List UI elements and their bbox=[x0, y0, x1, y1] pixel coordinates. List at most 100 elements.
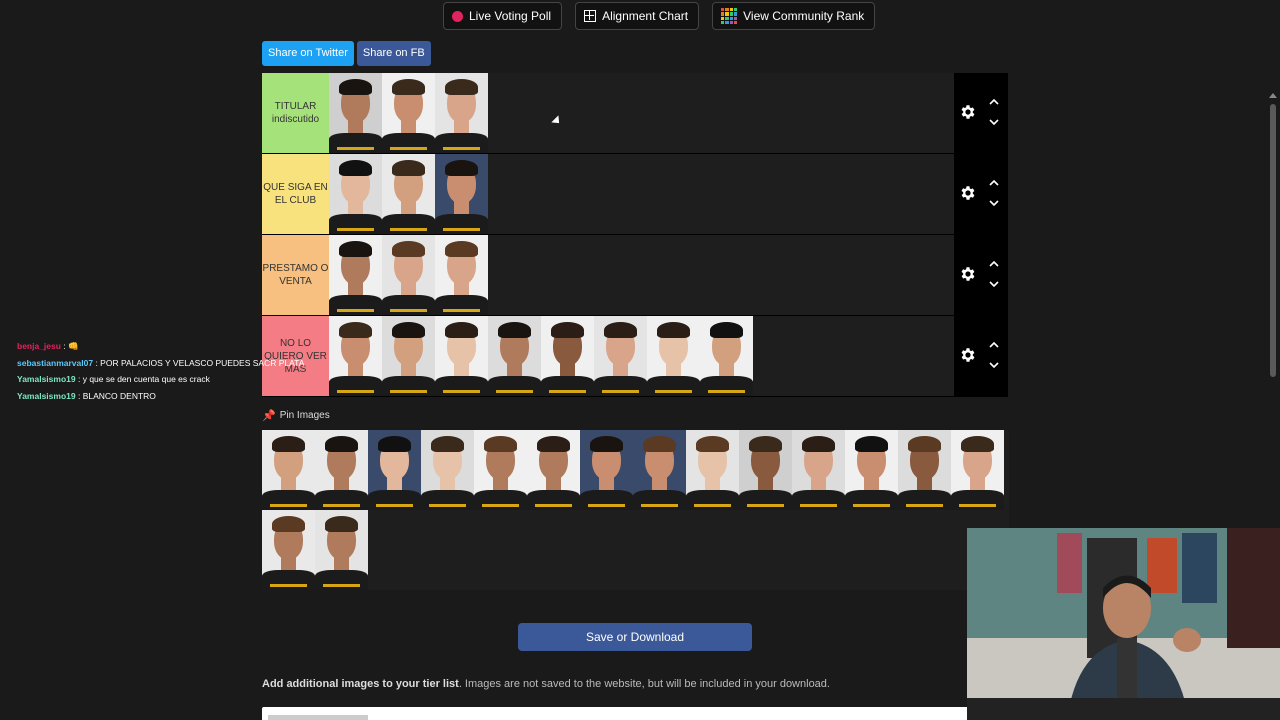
tier-items bbox=[329, 235, 1008, 315]
chat-message: : BLANCO DENTRO bbox=[77, 390, 156, 401]
player-image[interactable] bbox=[435, 154, 488, 234]
tier-controls bbox=[954, 316, 1008, 396]
gear-icon[interactable] bbox=[959, 184, 977, 202]
scroll-up-arrow-icon[interactable] bbox=[1269, 93, 1277, 98]
page-scrollbar[interactable] bbox=[1270, 104, 1276, 377]
tier-row: PRESTAMO O VENTA bbox=[262, 235, 1008, 316]
player-image[interactable] bbox=[527, 430, 580, 510]
stream-chat: benja_jesu : 👊 sebastianmarval07 : POR P… bbox=[17, 338, 304, 404]
chat-message: : y que se den cuenta que es crack bbox=[77, 374, 210, 384]
player-image[interactable] bbox=[329, 316, 382, 396]
chat-line: sebastianmarval07 : POR PALACIOS Y VELAS… bbox=[17, 355, 304, 372]
chat-user: Yamalsismo19 bbox=[17, 374, 76, 384]
player-image[interactable] bbox=[435, 235, 488, 315]
file-input[interactable] bbox=[262, 707, 982, 720]
webcam-scene bbox=[967, 528, 1280, 720]
chat-line: Yamalsismo19 : y que se den cuenta que e… bbox=[17, 371, 304, 388]
player-image[interactable] bbox=[474, 430, 527, 510]
chevron-up-icon[interactable] bbox=[989, 97, 999, 107]
player-image[interactable] bbox=[647, 316, 700, 396]
player-image[interactable] bbox=[382, 316, 435, 396]
chevron-up-icon[interactable] bbox=[989, 178, 999, 188]
pin-images-toggle[interactable]: 📌 Pin Images bbox=[262, 409, 330, 422]
rank-grid-icon bbox=[721, 8, 738, 24]
player-image[interactable] bbox=[368, 430, 421, 510]
player-image[interactable] bbox=[739, 430, 792, 510]
community-rank-button[interactable]: View Community Rank bbox=[712, 2, 876, 30]
player-image[interactable] bbox=[329, 154, 382, 234]
image-pool bbox=[262, 430, 1009, 590]
chevron-down-icon[interactable] bbox=[989, 198, 999, 208]
alignment-chart-button[interactable]: Alignment Chart bbox=[575, 2, 700, 30]
tier-items bbox=[329, 73, 1008, 153]
tier-controls bbox=[954, 73, 1008, 153]
tier-items bbox=[329, 316, 1008, 396]
gear-icon[interactable] bbox=[959, 103, 977, 121]
tier-row: QUE SIGA EN EL CLUB bbox=[262, 154, 1008, 235]
chevron-up-icon[interactable] bbox=[989, 340, 999, 350]
pin-images-label: Pin Images bbox=[279, 410, 330, 421]
record-dot-icon bbox=[452, 10, 463, 22]
player-image[interactable] bbox=[382, 235, 435, 315]
chat-message: : 👊 bbox=[63, 341, 79, 351]
player-image[interactable] bbox=[898, 430, 951, 510]
player-image[interactable] bbox=[686, 430, 739, 510]
top-button-bar: Live Voting Poll Alignment Chart View Co… bbox=[443, 2, 876, 30]
player-image[interactable] bbox=[262, 430, 315, 510]
chat-line: benja_jesu : 👊 bbox=[17, 338, 304, 355]
player-image[interactable] bbox=[541, 316, 594, 396]
player-image[interactable] bbox=[329, 235, 382, 315]
player-image[interactable] bbox=[315, 510, 368, 590]
player-image[interactable] bbox=[421, 430, 474, 510]
add-images-text: Add additional images to your tier list.… bbox=[262, 678, 830, 690]
player-image[interactable] bbox=[329, 73, 382, 153]
tier-label[interactable]: QUE SIGA EN EL CLUB bbox=[262, 154, 329, 234]
chat-message: : POR PALACIOS Y VELASCO PUEDES SACR PLA… bbox=[95, 357, 305, 368]
chat-user: sebastianmarval07 bbox=[17, 357, 94, 368]
share-twitter-button[interactable]: Share on Twitter bbox=[262, 41, 354, 66]
save-download-button[interactable]: Save or Download bbox=[518, 623, 752, 651]
gear-icon[interactable] bbox=[959, 346, 977, 364]
chevron-down-icon[interactable] bbox=[989, 279, 999, 289]
tier-controls bbox=[954, 154, 1008, 234]
player-image[interactable] bbox=[315, 430, 368, 510]
player-image[interactable] bbox=[594, 316, 647, 396]
add-images-heading: Add additional images to your tier list bbox=[262, 678, 459, 690]
live-voting-poll-button[interactable]: Live Voting Poll bbox=[443, 2, 563, 30]
share-bar: Share on Twitter Share on FB bbox=[262, 41, 431, 66]
choose-file-button[interactable] bbox=[268, 715, 368, 720]
player-image[interactable] bbox=[435, 73, 488, 153]
chevron-down-icon[interactable] bbox=[989, 117, 999, 127]
tier-label[interactable]: PRESTAMO O VENTA bbox=[262, 235, 329, 315]
grid-icon bbox=[584, 10, 597, 22]
pin-icon: 📌 bbox=[262, 410, 276, 422]
gear-icon[interactable] bbox=[959, 265, 977, 283]
tier-items bbox=[329, 154, 1008, 234]
tier-list: TITULAR indiscutido QUE SIGA EN EL CLUB … bbox=[262, 73, 1008, 397]
chat-user: benja_jesu bbox=[17, 341, 61, 351]
live-voting-label: Live Voting Poll bbox=[469, 9, 552, 23]
chat-user: Yamalsismo19 bbox=[17, 390, 76, 401]
alignment-label: Alignment Chart bbox=[602, 9, 689, 23]
chevron-down-icon[interactable] bbox=[989, 360, 999, 370]
player-image[interactable] bbox=[700, 316, 753, 396]
player-image[interactable] bbox=[633, 430, 686, 510]
player-image[interactable] bbox=[262, 510, 315, 590]
player-image[interactable] bbox=[382, 73, 435, 153]
player-image[interactable] bbox=[792, 430, 845, 510]
player-image[interactable] bbox=[951, 430, 1004, 510]
share-facebook-button[interactable]: Share on FB bbox=[356, 41, 431, 66]
tier-controls bbox=[954, 235, 1008, 315]
player-image[interactable] bbox=[382, 154, 435, 234]
community-label: View Community Rank bbox=[743, 9, 865, 23]
player-image[interactable] bbox=[488, 316, 541, 396]
tier-label[interactable]: TITULAR indiscutido bbox=[262, 73, 329, 153]
tier-row: NO LO QUIERO VER MAS bbox=[262, 316, 1008, 397]
player-image[interactable] bbox=[580, 430, 633, 510]
chat-line: Yamalsismo19 : BLANCO DENTRO bbox=[17, 388, 304, 405]
player-image[interactable] bbox=[845, 430, 898, 510]
player-image[interactable] bbox=[435, 316, 488, 396]
add-images-note: . Images are not saved to the website, b… bbox=[458, 678, 830, 690]
chevron-up-icon[interactable] bbox=[989, 259, 999, 269]
tier-row: TITULAR indiscutido bbox=[262, 73, 1008, 154]
